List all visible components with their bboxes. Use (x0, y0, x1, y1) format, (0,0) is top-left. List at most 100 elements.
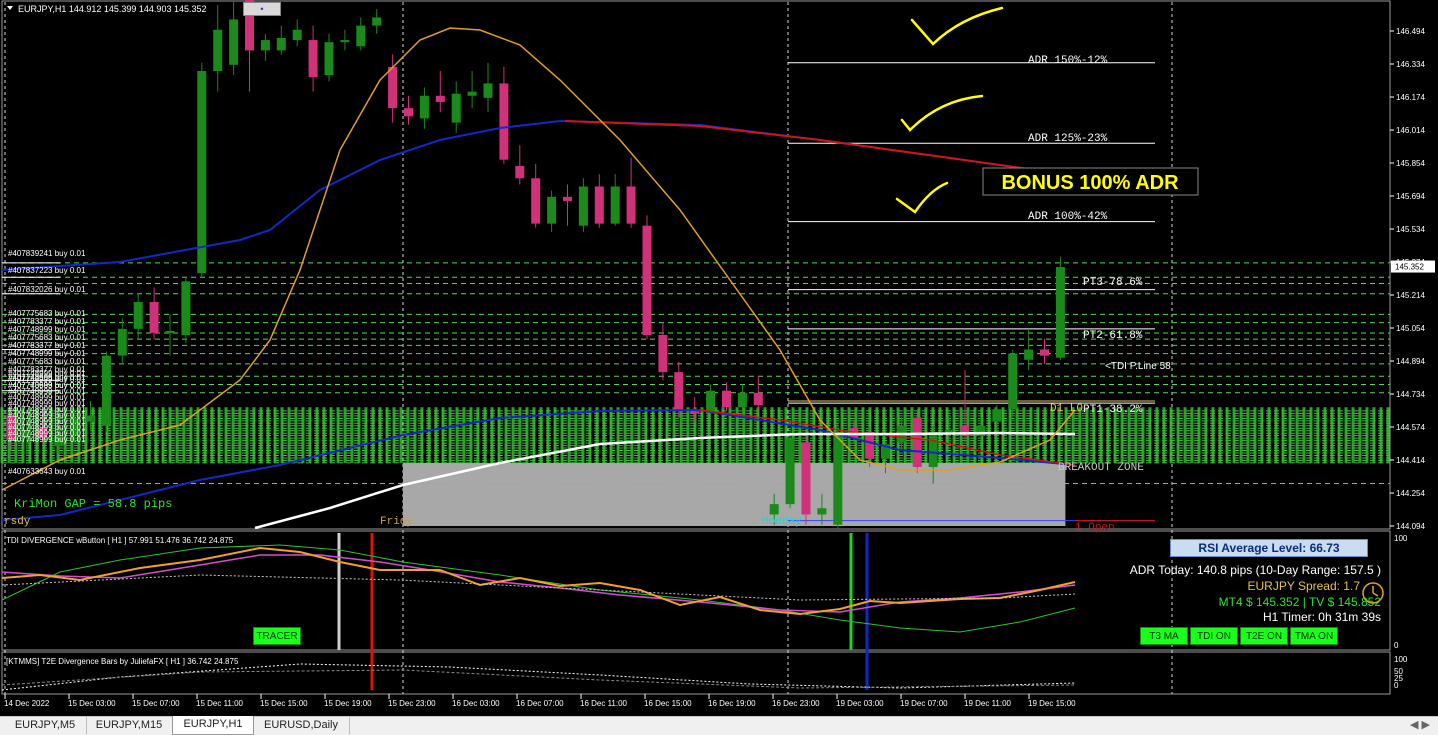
candle-body (149, 302, 159, 333)
chart-tabs: EURJPY,M5 EURJPY,M15 EURJPY,H1 EURUSD,Da… (0, 716, 1438, 735)
order-label: #407837223 buy 0.01 (8, 266, 86, 275)
bonus-label: BONUS 100% ADR (1001, 172, 1179, 194)
candle-body (86, 415, 95, 422)
candle-body (101, 355, 111, 426)
check-mark-0 (910, 6, 1004, 46)
adr150-label: ADR 150%-12% (1028, 55, 1108, 67)
trading-terminal: EURJPY,H1 144.912 145.399 144.903 145.35… (0, 0, 1438, 735)
price-tick-label: 144.574 (1396, 423, 1425, 432)
candle-body (388, 66, 398, 109)
price-tick-label: 146.334 (1396, 60, 1425, 69)
t2e-on-button[interactable]: T2E ON (1240, 627, 1288, 645)
candle-body (308, 40, 318, 78)
candle-body (658, 335, 668, 373)
candle-body (928, 431, 938, 468)
candle-body (483, 83, 493, 98)
t2e-panel-title: [KTMMS] T2E Divergence Bars by JuliefaFX… (6, 657, 239, 666)
time-tick-label: 16 Dec 23:00 (772, 699, 820, 708)
candle-body (276, 38, 286, 51)
candle-body (531, 178, 541, 224)
tdi-market-base-line (1, 574, 1076, 601)
chart-header-ohlc: EURJPY,H1 144.912 145.399 144.903 145.35… (18, 4, 207, 14)
candle-body (690, 411, 700, 414)
tdi-rsi-price-line (1, 546, 1076, 616)
current-price-label: 145.352 (1395, 263, 1424, 272)
candle-body (1024, 349, 1034, 360)
candle-body (133, 302, 143, 329)
price-tick-label: 146.174 (1396, 93, 1425, 102)
candle-body (467, 91, 477, 96)
candle-body (451, 93, 461, 123)
gap-label: KriMon GAP = 58.8 pips (14, 497, 172, 511)
candle-body (706, 390, 716, 414)
order-label: #407633643 buy 0.01 (8, 467, 86, 476)
tracer-button[interactable]: TRACER (253, 627, 301, 645)
candle-body (674, 372, 684, 412)
check-mark-1 (900, 94, 984, 132)
time-tick-label: 19 Dec 15:00 (1028, 699, 1076, 708)
session-label-thu: rsdy (4, 516, 31, 528)
candle-body (181, 281, 191, 336)
tab-eurusd-daily[interactable]: EURUSD,Daily (253, 717, 350, 734)
price-tick-label: 144.094 (1396, 522, 1425, 531)
time-tick-label: 16 Dec 03:00 (452, 699, 500, 708)
tab-eurjpy-m5[interactable]: EURJPY,M5 (4, 717, 87, 734)
chart-corner-button[interactable]: • (243, 2, 281, 16)
tma-on-button[interactable]: TMA ON (1290, 627, 1338, 645)
candle-body (976, 425, 986, 437)
candle-body (1055, 266, 1065, 358)
candle-body (340, 40, 350, 43)
candle-body (992, 409, 1002, 422)
tab-eurjpy-h1[interactable]: EURJPY,H1 (172, 716, 254, 735)
candle-body (594, 186, 604, 224)
pt1-label: PT1-38.2% (1083, 404, 1143, 416)
check-mark-2 (895, 181, 949, 214)
candle-body (642, 225, 652, 336)
candle-body (229, 19, 239, 65)
price-tick-label: 144.414 (1396, 456, 1425, 465)
session-label-fri: Fridy (380, 516, 413, 528)
tdi-on-button[interactable]: TDI ON (1190, 627, 1238, 645)
candle-body (1040, 349, 1049, 356)
pt2-label: PT2-61.8% (1083, 330, 1143, 342)
price-tick-label: 145.534 (1396, 225, 1425, 234)
candle-body (833, 431, 843, 525)
candle-body (722, 390, 731, 408)
candle-body (610, 186, 620, 224)
candle-body (626, 186, 636, 224)
tab-scroll-arrows[interactable]: ◀ ▶ (1410, 718, 1430, 731)
price-tick-label: 145.214 (1396, 291, 1425, 300)
adr-today-text: ADR Today: 140.8 pips (10-Day Range: 157… (1129, 563, 1381, 577)
candle-body (737, 392, 747, 408)
adr100-label: ADR 100%-42% (1028, 211, 1108, 223)
t3-ma-button[interactable]: T3 MA (1140, 627, 1188, 645)
candle-body (435, 95, 445, 102)
tdi-axis-bottom: 0 (1394, 641, 1399, 650)
candle-body (912, 417, 922, 468)
time-tick-label: 15 Dec 19:00 (324, 699, 372, 708)
tdi-line-label: <TDI P.Line 58 (1105, 361, 1171, 372)
time-tick-label: 15 Dec 07:00 (132, 699, 180, 708)
time-tick-label: 15 Dec 15:00 (260, 699, 308, 708)
candle-body (515, 165, 525, 179)
tab-eurjpy-m15[interactable]: EURJPY,M15 (86, 717, 173, 734)
rsi-average-box: RSI Average Level: 66.73 (1170, 539, 1368, 557)
candle-body (563, 196, 572, 201)
order-label: #407748999 buy 0.01 (8, 435, 86, 444)
h1-timer: H1 Timer: 0h 31m 39s (1262, 610, 1381, 624)
mt4-tv-prices: MT4 $ 145.352 | TV $ 145.852 (1218, 595, 1381, 609)
candle-body (404, 108, 413, 117)
tdi-signal-line (1, 554, 1076, 613)
time-tick-label: 15 Dec 23:00 (388, 699, 436, 708)
time-tick-label: 15 Dec 11:00 (196, 699, 244, 708)
candle-body (419, 95, 429, 119)
t2e-axis-label: 0 (1394, 681, 1399, 690)
candle-body (117, 328, 127, 356)
price-tick-label: 146.494 (1396, 27, 1425, 36)
time-tick-label: 15 Dec 03:00 (68, 699, 116, 708)
tdi-volatility-band-upper (1, 544, 1076, 633)
price-tick-label: 144.894 (1396, 357, 1425, 366)
t2e-line-gray (1, 669, 1076, 689)
candle-body (292, 29, 302, 41)
candle-body (260, 40, 270, 51)
